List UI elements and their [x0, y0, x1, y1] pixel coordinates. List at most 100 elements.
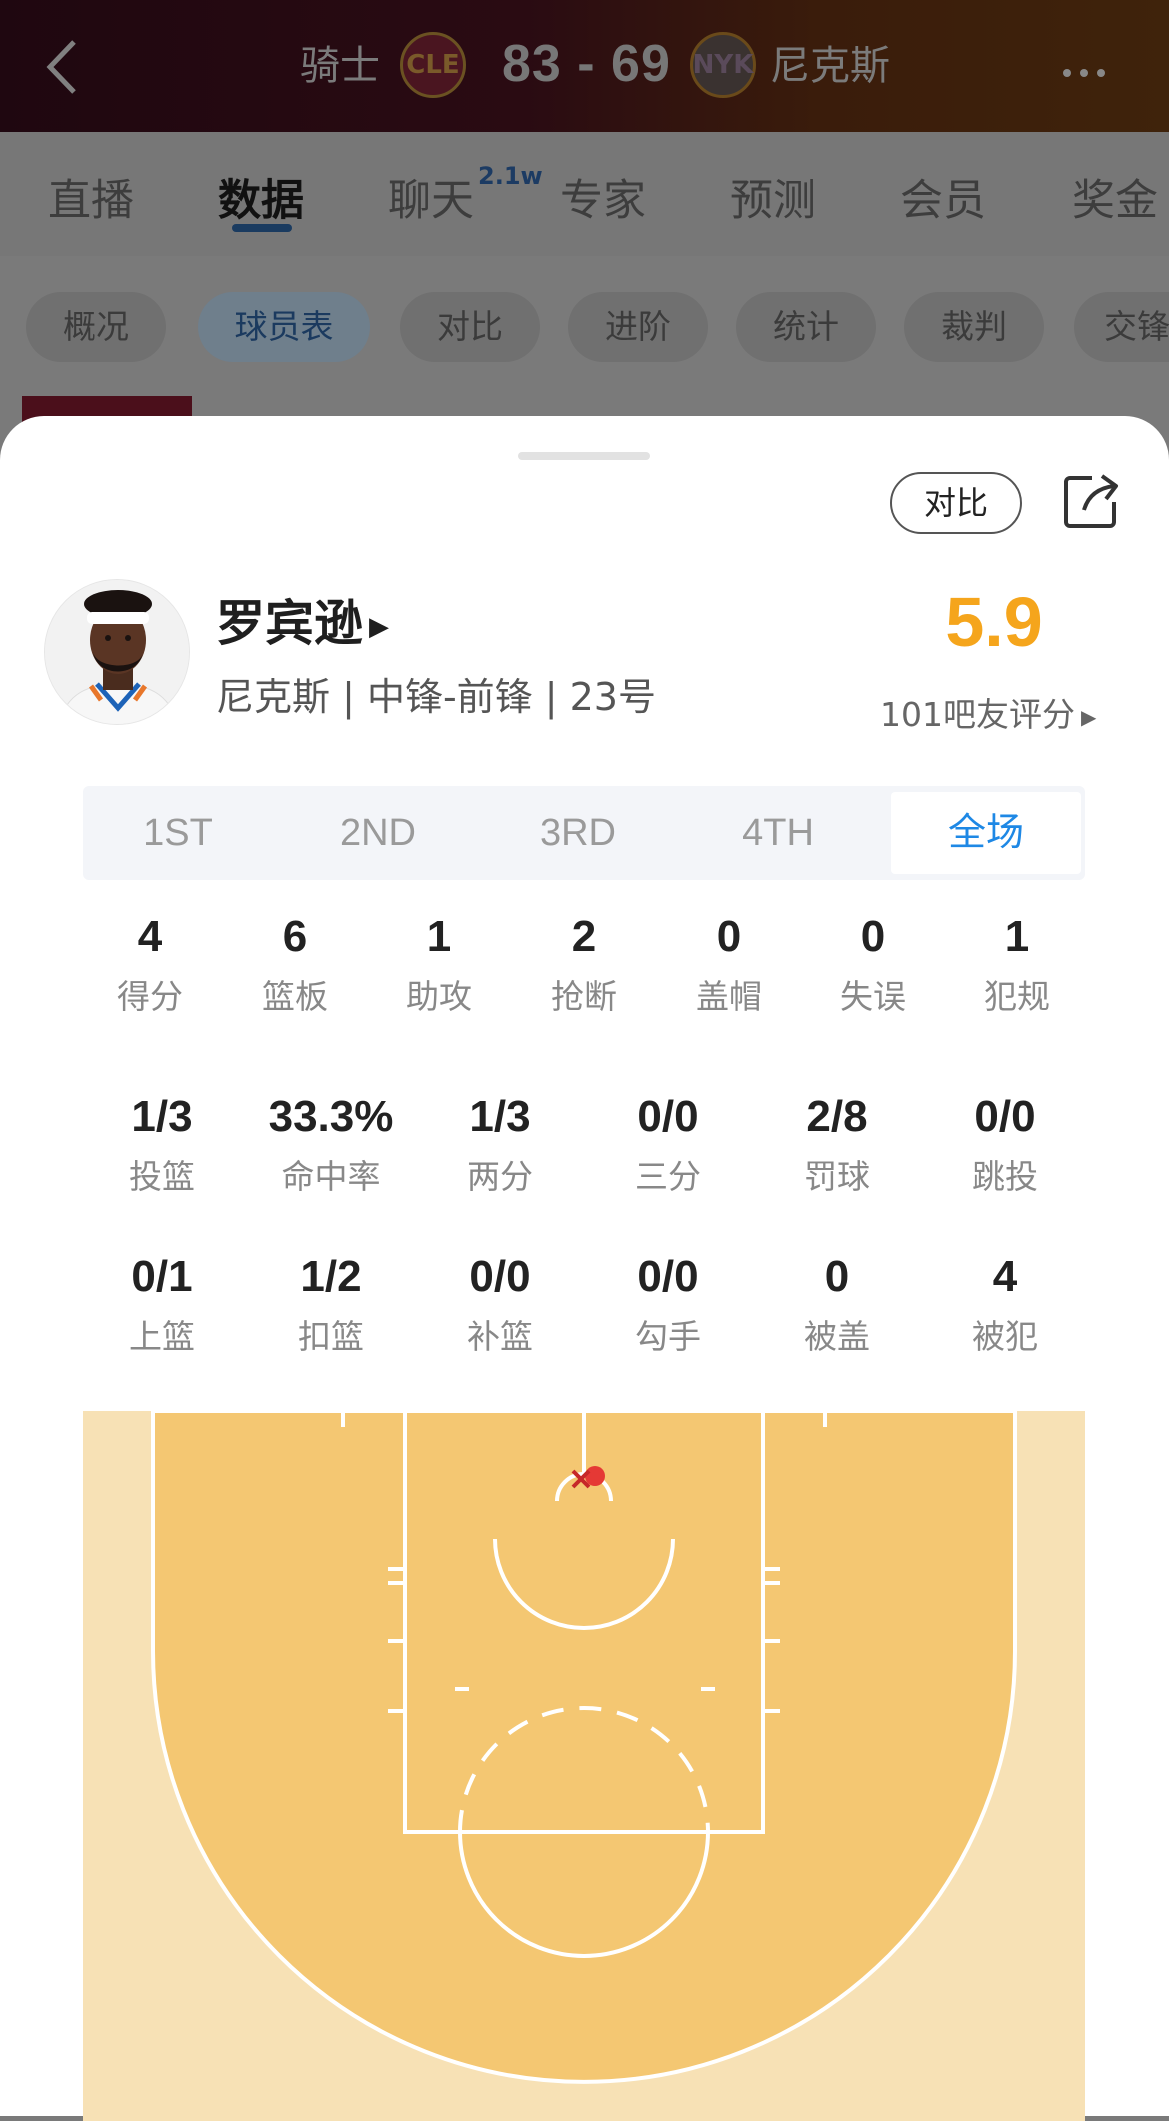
subtab-advanced[interactable]: 进阶 — [568, 292, 708, 362]
subtab-player-table[interactable]: 球员表 — [198, 292, 370, 362]
stat-label: 得分 — [117, 977, 183, 1016]
fan-rating-link[interactable]: 101吧友评分 ▶ — [880, 688, 1096, 736]
stat-value: 0/0 — [637, 1092, 699, 1141]
stat-field-goals: 1/3 投篮 — [80, 1092, 244, 1198]
stat-label: 失误 — [840, 977, 906, 1016]
stat-label: 盖帽 — [696, 977, 762, 1016]
away-team-name: 尼克斯 — [770, 43, 890, 89]
stat-turnovers: 0 失误 — [813, 912, 933, 1018]
player-name-link[interactable]: 罗宾逊 ▶ — [216, 584, 389, 655]
stat-label: 上篮 — [129, 1317, 195, 1356]
fan-rating-label: 101吧友评分 — [880, 695, 1075, 734]
tab-experts[interactable]: 专家 — [560, 166, 646, 228]
stat-value: 4 — [992, 1252, 1018, 1301]
sheet-drag-handle[interactable] — [518, 452, 650, 460]
tab-chat[interactable]: 聊天 — [388, 166, 474, 228]
active-tab-indicator — [232, 224, 292, 232]
stat-jump-shots: 0/0 跳投 — [923, 1092, 1087, 1198]
stat-label: 助攻 — [406, 977, 472, 1016]
stat-value: 1/2 — [300, 1252, 362, 1301]
stat-free-throws: 2/8 罚球 — [755, 1092, 919, 1198]
tab-predictions[interactable]: 预测 — [730, 166, 816, 228]
period-selector: 1ST 2ND 3RD 4TH 全场 — [83, 786, 1085, 880]
made-shot-marker[interactable] — [585, 1466, 605, 1486]
caret-right-icon: ▶ — [1081, 704, 1097, 729]
subtab-compare[interactable]: 对比 — [400, 292, 540, 362]
player-name: 罗宾逊 — [216, 595, 364, 652]
stat-value: 1/3 — [469, 1092, 531, 1141]
stat-steals: 2 抢断 — [524, 912, 644, 1018]
subtab-head-to-head[interactable]: 交锋 — [1074, 292, 1169, 362]
stat-value: 0 — [824, 1252, 850, 1301]
period-tab-3rd[interactable]: 3RD — [483, 786, 673, 880]
home-team-name: 骑士 — [300, 43, 380, 89]
tab-membership[interactable]: 会员 — [900, 166, 986, 228]
stat-hook-shots: 0/0 勾手 — [586, 1252, 750, 1358]
stat-label: 三分 — [635, 1157, 701, 1196]
tab-data[interactable]: 数据 — [218, 166, 304, 228]
stat-value: 0 — [860, 912, 886, 961]
compare-button[interactable]: 对比 — [890, 472, 1022, 534]
chat-count-badge: 2.1w — [478, 162, 543, 190]
stat-label: 被盖 — [804, 1317, 870, 1356]
stat-value: 1/3 — [131, 1092, 193, 1141]
stat-value: 2/8 — [806, 1092, 868, 1141]
subtab-referees[interactable]: 裁判 — [904, 292, 1044, 362]
stat-fouls-drawn: 4 被犯 — [923, 1252, 1087, 1358]
main-tab-bar: 直播 数据 聊天 2.1w 专家 预测 会员 奖金 — [0, 132, 1169, 256]
game-score: 83 - 69 — [502, 35, 671, 93]
player-meta: 尼克斯 | 中锋-前锋 | 23号 — [216, 675, 656, 719]
stat-value: 1 — [1004, 912, 1030, 961]
game-header: 骑士 CLE 83 - 69 NYK 尼克斯 — [0, 0, 1169, 132]
tab-bonus[interactable]: 奖金 — [1072, 166, 1158, 228]
tab-live[interactable]: 直播 — [48, 166, 134, 228]
stat-assists: 1 助攻 — [379, 912, 499, 1018]
stat-value: 1 — [426, 912, 452, 961]
stat-value: 0/0 — [469, 1252, 531, 1301]
stat-label: 被犯 — [972, 1317, 1038, 1356]
player-rating: 5.9 — [945, 583, 1043, 661]
stat-value: 0 — [716, 912, 742, 961]
subtab-overview[interactable]: 概况 — [26, 292, 166, 362]
stat-fouls: 1 犯规 — [957, 912, 1077, 1018]
sub-tab-bar: 概况 球员表 对比 进阶 统计 裁判 交锋 — [0, 256, 1169, 396]
player-detail-sheet: 对比 罗宾逊 ▶ 尼克斯 | 中锋-前锋 | 23号 5.9 101吧友评分 ▶ 1… — [0, 416, 1169, 2121]
player-avatar[interactable] — [44, 579, 190, 725]
stat-blocked: 0 被盖 — [755, 1252, 919, 1358]
stat-label: 扣篮 — [298, 1317, 364, 1356]
caret-right-icon: ▶ — [369, 611, 390, 642]
stat-label: 命中率 — [281, 1157, 381, 1196]
stat-layups: 0/1 上篮 — [80, 1252, 244, 1358]
stat-label: 犯规 — [984, 977, 1050, 1016]
stat-label: 抢断 — [551, 977, 617, 1016]
stat-label: 勾手 — [635, 1317, 701, 1356]
stat-label: 两分 — [467, 1157, 533, 1196]
stat-label: 罚球 — [804, 1157, 870, 1196]
share-icon[interactable] — [1062, 472, 1120, 530]
stat-fg-percentage: 33.3% 命中率 — [249, 1092, 413, 1198]
stat-dunks: 1/2 扣篮 — [249, 1252, 413, 1358]
stat-blocks: 0 盖帽 — [669, 912, 789, 1018]
period-tab-4th[interactable]: 4TH — [683, 786, 873, 880]
stat-label: 投篮 — [129, 1157, 195, 1196]
shot-chart-court — [83, 1411, 1085, 2121]
period-tab-full-game[interactable]: 全场 — [891, 792, 1081, 874]
stat-value: 0/0 — [637, 1252, 699, 1301]
back-icon[interactable] — [42, 38, 82, 96]
stat-rebounds: 6 篮板 — [235, 912, 355, 1018]
period-tab-2nd[interactable]: 2ND — [283, 786, 473, 880]
subtab-statistics[interactable]: 统计 — [736, 292, 876, 362]
more-dots-icon[interactable] — [1063, 62, 1114, 81]
stat-value: 2 — [571, 912, 597, 961]
stat-value: 33.3% — [268, 1092, 394, 1141]
stat-three-pointers: 0/0 三分 — [586, 1092, 750, 1198]
stat-value: 0/1 — [131, 1252, 193, 1301]
stat-points: 4 得分 — [90, 912, 210, 1018]
period-tab-1st[interactable]: 1ST — [83, 786, 273, 880]
stat-label: 跳投 — [972, 1157, 1038, 1196]
home-team-logo: CLE — [400, 32, 466, 98]
away-team-logo: NYK — [690, 32, 756, 98]
stat-tip-ins: 0/0 补篮 — [418, 1252, 582, 1358]
stat-value: 6 — [282, 912, 308, 961]
stat-label: 篮板 — [262, 977, 328, 1016]
